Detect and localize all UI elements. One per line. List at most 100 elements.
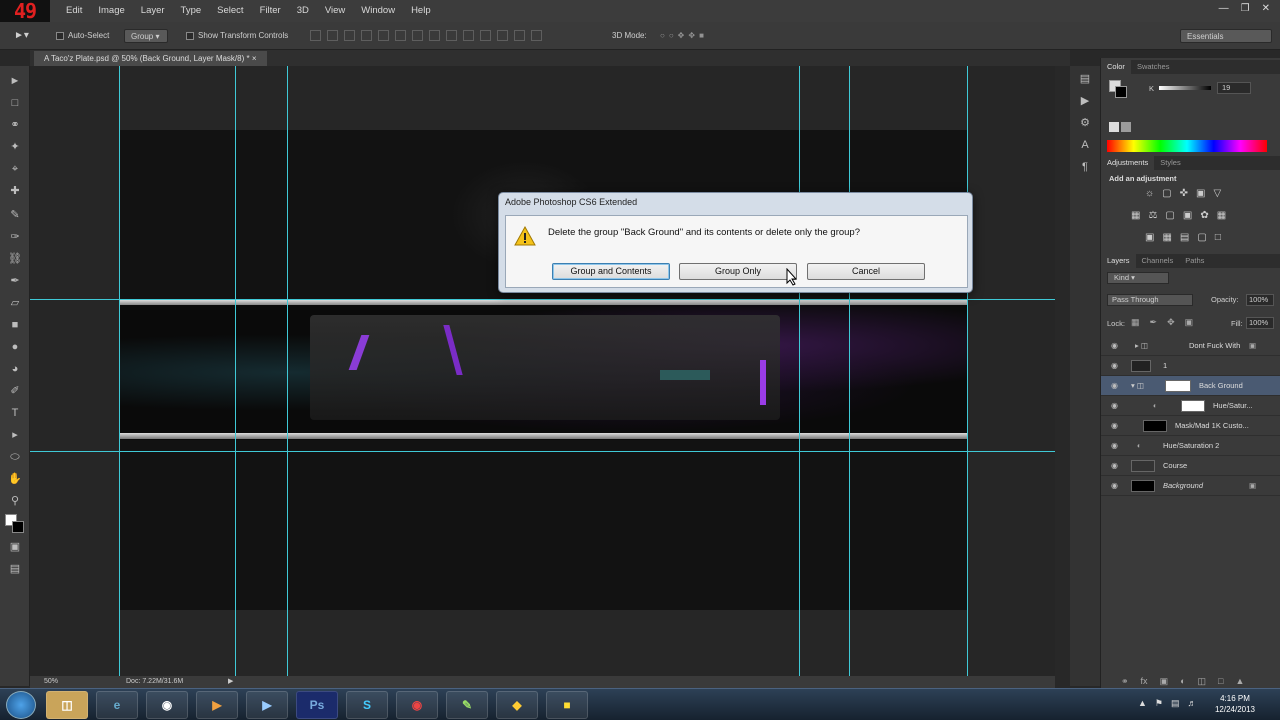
background-color-swatch[interactable]: [12, 521, 24, 533]
adjustment-icon[interactable]: ◐: [1180, 676, 1185, 687]
opacity-field[interactable]: 100%: [1246, 294, 1274, 306]
guide-horizontal[interactable]: [30, 451, 1055, 452]
menu-filter[interactable]: Filter: [252, 0, 289, 22]
skype-icon[interactable]: S: [346, 691, 388, 719]
eye-icon[interactable]: ◉: [1111, 456, 1118, 476]
layer-row[interactable]: ◉ Mask/Mad 1K Custo...: [1101, 416, 1280, 436]
align-icon[interactable]: [429, 30, 440, 41]
crop-tool-icon[interactable]: ⌖: [8, 162, 22, 176]
auto-select-checkbox[interactable]: Auto-Select: [56, 29, 109, 43]
show-hidden-icons-icon[interactable]: ▲: [1138, 698, 1147, 709]
layer-row[interactable]: ◉ Background ▣: [1101, 476, 1280, 496]
lock-all-icon[interactable]: ▣: [1185, 317, 1194, 328]
menu-help[interactable]: Help: [403, 0, 439, 22]
align-icon[interactable]: [514, 30, 525, 41]
hand-tool-icon[interactable]: ✋: [8, 472, 22, 486]
path-select-tool-icon[interactable]: ▸: [8, 428, 22, 442]
healing-tool-icon[interactable]: ✎: [8, 208, 22, 222]
clock[interactable]: 4:16 PM 12/24/2013: [1210, 693, 1260, 715]
color-spectrum[interactable]: [1107, 140, 1267, 152]
actions-panel-icon[interactable]: ▶: [1078, 94, 1092, 108]
layer-row[interactable]: ◉ ◐ Hue/Satur...: [1101, 396, 1280, 416]
move-tool-icon[interactable]: ►: [8, 74, 22, 88]
guide-vertical[interactable]: [967, 66, 968, 676]
quick-mask-icon[interactable]: ▣: [8, 540, 22, 554]
group-only-button[interactable]: Group Only: [679, 263, 797, 280]
color-balance-icon[interactable]: ⚖: [1148, 210, 1157, 221]
guide-vertical[interactable]: [849, 66, 850, 676]
align-icon[interactable]: [531, 30, 542, 41]
blur-tool-icon[interactable]: ●: [8, 340, 22, 354]
gradient-tool-icon[interactable]: ■: [8, 318, 22, 332]
levels-icon[interactable]: ▢: [1162, 188, 1171, 199]
layer-row-selected[interactable]: ◉ ▾ ◫ Back Ground: [1101, 376, 1280, 396]
bw-icon[interactable]: ▢: [1165, 210, 1174, 221]
align-icon[interactable]: [378, 30, 389, 41]
history-panel-icon[interactable]: ▤: [1078, 72, 1092, 86]
move-tool-icon[interactable]: ►▾: [14, 29, 29, 43]
menu-view[interactable]: View: [317, 0, 353, 22]
lock-pixels-icon[interactable]: ▦: [1131, 317, 1140, 328]
close-icon[interactable]: ✕: [1262, 3, 1270, 14]
align-icon[interactable]: [446, 30, 457, 41]
layer-row[interactable]: ◉ ◐ Hue/Saturation 2: [1101, 436, 1280, 456]
stamp-tool-icon[interactable]: ⛓: [8, 252, 22, 266]
menu-layer[interactable]: Layer: [133, 0, 173, 22]
align-icon[interactable]: [497, 30, 508, 41]
channel-mixer-icon[interactable]: ✿: [1200, 210, 1208, 221]
type-tool-icon[interactable]: T: [8, 406, 22, 420]
wmp-icon[interactable]: ▶: [196, 691, 238, 719]
character-panel-icon[interactable]: A: [1078, 138, 1092, 152]
gradient-map-icon[interactable]: ▢: [1197, 232, 1206, 243]
start-button[interactable]: [6, 691, 36, 719]
link-icon[interactable]: ⚭: [1121, 676, 1129, 687]
minimize-icon[interactable]: —: [1219, 3, 1229, 14]
new-layer-icon[interactable]: □: [1218, 676, 1223, 687]
screen-mode-icon[interactable]: ▤: [8, 562, 22, 576]
tab-styles[interactable]: Styles: [1154, 156, 1186, 170]
align-icon[interactable]: [463, 30, 474, 41]
tab-channels[interactable]: Channels: [1136, 254, 1180, 268]
chrome-icon[interactable]: ◉: [396, 691, 438, 719]
quick-select-tool-icon[interactable]: ✦: [8, 140, 22, 154]
pen-tool-icon[interactable]: ✐: [8, 384, 22, 398]
eye-icon[interactable]: ◉: [1111, 356, 1118, 376]
media-player-icon[interactable]: ◉: [146, 691, 188, 719]
trash-icon[interactable]: ▲: [1235, 676, 1244, 687]
lock-position-icon[interactable]: ✥: [1167, 317, 1175, 328]
menu-edit[interactable]: Edit: [58, 0, 90, 22]
align-icon[interactable]: [395, 30, 406, 41]
eye-icon[interactable]: ◉: [1111, 436, 1118, 456]
tab-color[interactable]: Color: [1101, 60, 1131, 74]
align-icon[interactable]: [327, 30, 338, 41]
brush-tool-icon[interactable]: ✑: [8, 230, 22, 244]
paragraph-panel-icon[interactable]: ¶: [1078, 160, 1092, 174]
k-slider[interactable]: [1159, 86, 1211, 90]
kind-filter-dropdown[interactable]: Kind ▾: [1107, 272, 1169, 284]
menu-3d[interactable]: 3D: [289, 0, 317, 22]
layer-row[interactable]: ◉ 1: [1101, 356, 1280, 376]
blend-mode-dropdown[interactable]: Pass Through: [1107, 294, 1193, 306]
tab-paths[interactable]: Paths: [1179, 254, 1210, 268]
background-color-swatch[interactable]: [1115, 86, 1127, 98]
selective-color-icon[interactable]: □: [1215, 232, 1221, 243]
zoom-tool-icon[interactable]: ⚲: [8, 494, 22, 508]
vibrance-icon[interactable]: ▽: [1213, 188, 1221, 199]
guide-vertical[interactable]: [235, 66, 236, 676]
guide-vertical[interactable]: [119, 66, 120, 676]
lasso-tool-icon[interactable]: ⚭: [8, 118, 22, 132]
volume-icon[interactable]: ♬: [1188, 698, 1197, 709]
group-and-contents-button[interactable]: Group and Contents: [552, 263, 670, 280]
align-icon[interactable]: [344, 30, 355, 41]
document-tab[interactable]: A Taco'z Plate.psd @ 50% (Back Ground, L…: [34, 51, 267, 66]
menu-image[interactable]: Image: [90, 0, 132, 22]
marquee-tool-icon[interactable]: □: [8, 96, 22, 110]
eye-icon[interactable]: ◉: [1111, 376, 1118, 396]
k-value-field[interactable]: 19: [1217, 82, 1251, 94]
lock-paint-icon[interactable]: ✒: [1150, 317, 1158, 328]
hue-sat-icon[interactable]: ▦: [1131, 210, 1140, 221]
mask-icon[interactable]: ▣: [1160, 676, 1169, 687]
3d-mode-icons[interactable]: ○○✥✥■: [660, 29, 708, 43]
fx-icon[interactable]: fx: [1141, 676, 1148, 687]
threshold-icon[interactable]: ▤: [1180, 232, 1189, 243]
